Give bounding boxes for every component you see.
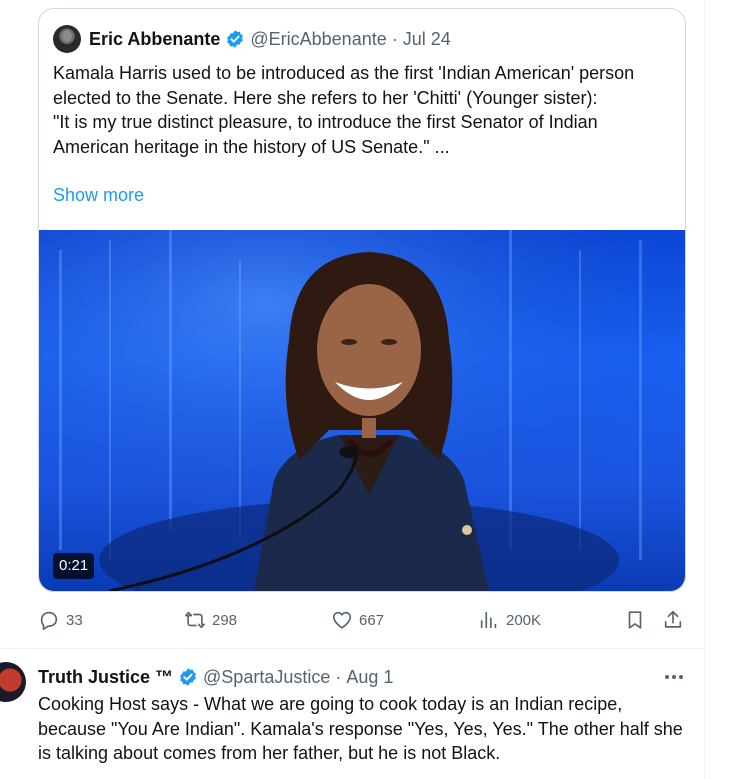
reply-tweet-header: Truth Justice ™ @SpartaJustice · Aug 1	[38, 665, 393, 689]
reply-tweet-text: Cooking Host says - What we are going to…	[38, 694, 683, 764]
more-icon[interactable]	[662, 666, 686, 688]
author-handle[interactable]: @EricAbbenante	[250, 29, 386, 50]
repost-button[interactable]: 298	[184, 606, 237, 634]
avatar[interactable]	[53, 25, 81, 53]
tweet-date[interactable]: Jul 24	[403, 29, 451, 50]
tweet-divider	[0, 648, 705, 649]
author-handle[interactable]: @SpartaJustice	[203, 667, 330, 688]
video-player[interactable]: 0:21	[39, 230, 685, 591]
avatar[interactable]	[0, 662, 26, 702]
tweet-text-line: "It is my true distinct pleasure, to int…	[53, 112, 598, 158]
verified-badge-icon	[227, 30, 244, 48]
views-count: 200K	[506, 611, 542, 629]
author-name[interactable]: Truth Justice ™	[38, 667, 173, 688]
bookmark-button[interactable]	[624, 606, 652, 634]
quoted-tweet-header: Eric Abbenante @EricAbbenante · Jul 24	[53, 25, 451, 53]
reply-button[interactable]: 33	[38, 606, 83, 634]
tweet-date[interactable]: Aug 1	[346, 667, 393, 688]
timeline-border	[704, 0, 705, 779]
repost-count: 298	[212, 611, 238, 629]
author-name[interactable]: Eric Abbenante	[89, 29, 220, 50]
separator-dot: ·	[335, 666, 342, 687]
like-button[interactable]: 667	[331, 606, 384, 634]
bookmark-icon	[628, 611, 642, 629]
quoted-tweet-text: Kamala Harris used to be introduced as t…	[53, 61, 663, 160]
video-frame	[39, 230, 685, 591]
views-icon	[480, 611, 497, 629]
views-button[interactable]: 200K	[478, 606, 541, 634]
tweet-actions-bar: 33 298 667 200K	[38, 606, 688, 634]
share-icon	[664, 610, 682, 628]
share-button[interactable]	[662, 606, 690, 634]
quoted-tweet-card[interactable]: Eric Abbenante @EricAbbenante · Jul 24 K…	[38, 8, 686, 592]
video-duration: 0:21	[53, 553, 95, 579]
reply-icon	[40, 611, 58, 630]
like-count: 667	[359, 611, 385, 629]
like-icon	[332, 611, 352, 629]
separator-dot: ·	[391, 28, 398, 49]
tweet-text-line: Kamala Harris used to be introduced as t…	[53, 63, 635, 108]
verified-badge-icon	[180, 668, 196, 686]
show-more-link[interactable]: Show more	[53, 185, 144, 206]
reply-count: 33	[66, 611, 83, 629]
repost-icon	[185, 611, 205, 629]
